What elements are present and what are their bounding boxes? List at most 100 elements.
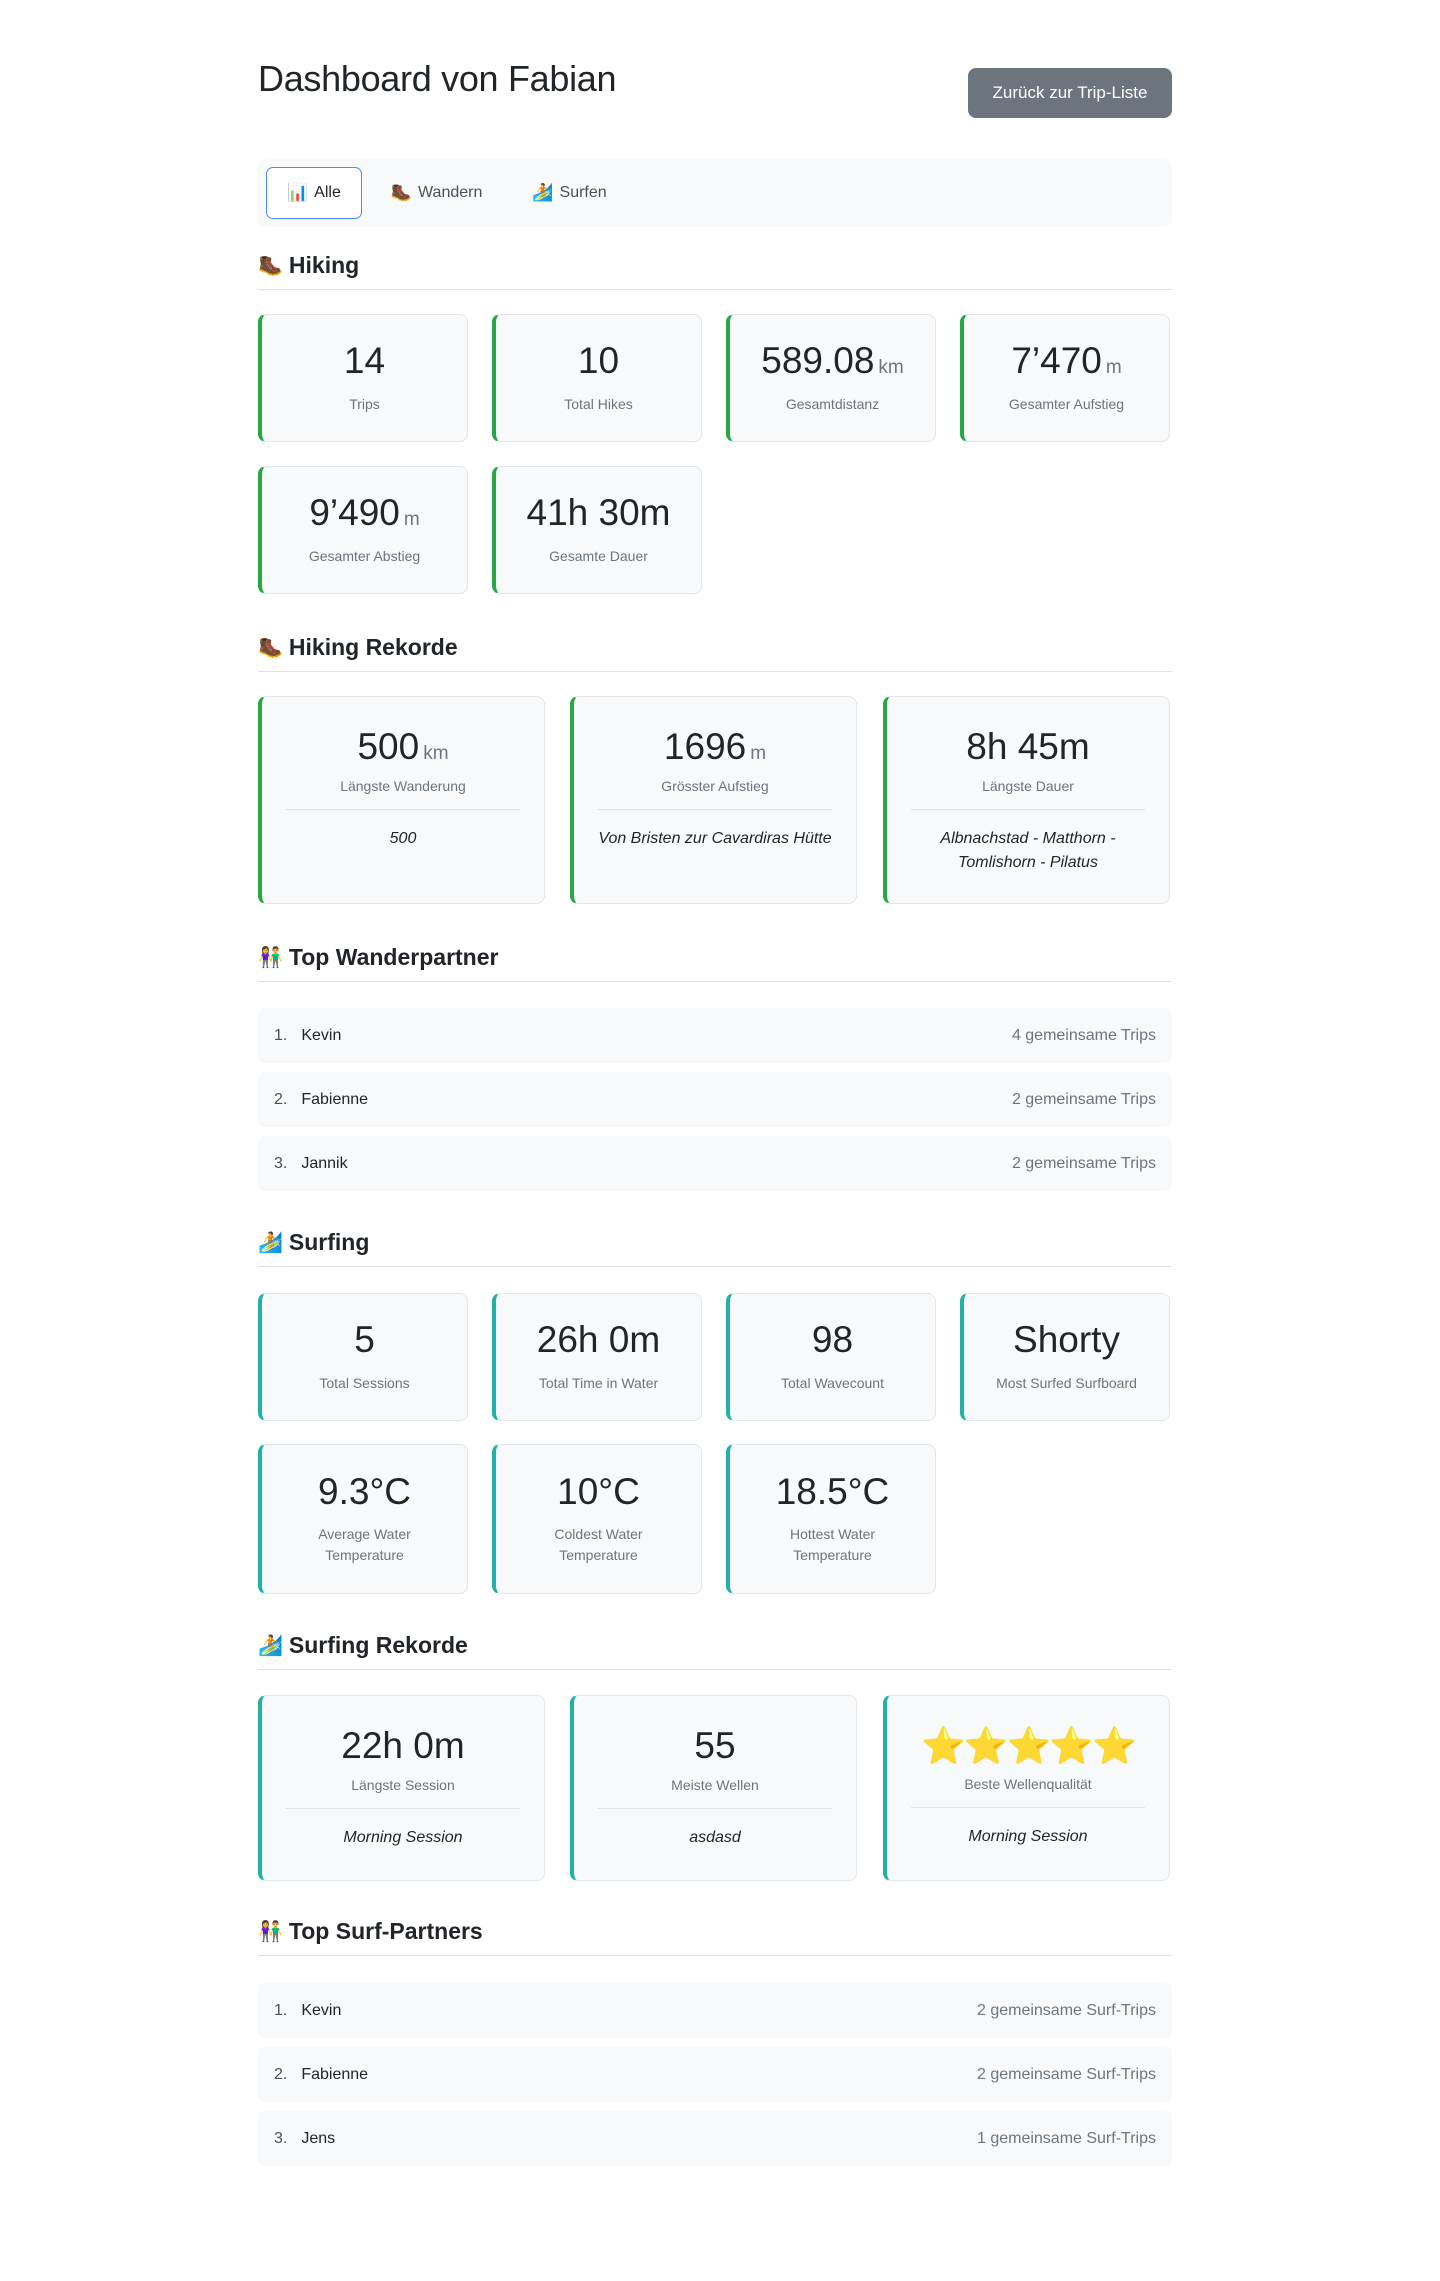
- surfer-icon: 🏄: [532, 183, 554, 202]
- tab-wandern[interactable]: 🥾 Wandern: [370, 167, 504, 219]
- stat-card-gesamtdistanz: 589.08 km Gesamtdistanz: [726, 314, 936, 442]
- stat-unit: km: [878, 357, 904, 379]
- surfing-records-section-title: 🏄 Surfing Rekorde: [258, 1632, 1172, 1670]
- stat-value: 18.5°C: [775, 1470, 890, 1512]
- record-card-biggest-climb: 1696 m Grösster Aufstieg Von Bristen zur …: [570, 696, 857, 904]
- section-heading: Hiking: [288, 252, 360, 278]
- record-value: 8h 45m: [966, 726, 1090, 768]
- surfer-icon: 🏄: [258, 1635, 283, 1657]
- people-icon: 👫: [258, 1921, 283, 1943]
- page-title: Dashboard von Fabian: [258, 58, 617, 99]
- stat-card-average-water-temp: 9.3°C Average Water Temperature: [258, 1444, 468, 1594]
- record-number: 500: [357, 726, 420, 767]
- record-card-most-waves: 55 Meiste Wellen asdasd: [570, 1695, 857, 1881]
- surfing-section-title: 🏄 Surfing: [258, 1229, 1172, 1267]
- stat-label: Average Water Temperature: [318, 1526, 411, 1564]
- record-trip-name: Von Bristen zur Cavardiras Hütte: [598, 829, 832, 847]
- record-value: 22h 0m: [341, 1725, 465, 1766]
- stat-value: 41h 30m: [526, 492, 671, 534]
- partner-row: 3. Jens 1 gemeinsame Surf-Trips: [258, 2111, 1172, 2166]
- record-value: 55: [694, 1725, 736, 1766]
- stat-value: 9’490 m: [309, 492, 420, 534]
- record-unit: km: [423, 743, 449, 764]
- stat-label: Gesamte Dauer: [549, 547, 648, 564]
- stat-card-total-wavecount: 98 Total Wavecount: [726, 1293, 936, 1421]
- record-label: Längste Dauer: [982, 777, 1074, 794]
- stat-label: Gesamter Abstieg: [308, 547, 421, 564]
- stat-value: 9.3°C: [318, 1470, 411, 1512]
- stat-value: Shorty: [1013, 1319, 1120, 1361]
- partner-row: 2. Fabienne 2 gemeinsame Trips: [258, 1072, 1172, 1127]
- people-icon: 👫: [258, 947, 283, 969]
- record-unit: m: [750, 743, 767, 764]
- tab-label: Wandern: [418, 184, 483, 201]
- stat-value: 589.08 km: [761, 340, 904, 382]
- stat-label: Gesamter Aufstieg: [1008, 395, 1125, 412]
- partner-name: Kevin: [301, 1026, 342, 1044]
- stat-value: 5: [354, 1319, 375, 1361]
- dashboard-page: Dashboard von Fabian Zurück zur Trip-Lis…: [0, 0, 1440, 2281]
- record-trip-name: 500: [389, 829, 417, 847]
- hiking-partners-section-title: 👫 Top Wanderpartner: [258, 944, 1172, 982]
- record-label: Grösster Aufstieg: [661, 777, 769, 794]
- partner-rank: 1.: [274, 1026, 288, 1044]
- record-label: Beste Wellenqualität: [964, 1775, 1092, 1792]
- record-number: 8h 45m: [966, 726, 1090, 767]
- stat-label: Coldest Water Temperature: [554, 1526, 643, 1564]
- stat-card-total-sessions: 5 Total Sessions: [258, 1293, 468, 1421]
- record-session-name: Morning Session: [968, 1827, 1088, 1845]
- hiking-boot-icon: 🥾: [258, 637, 283, 659]
- hiking-records-section-title: 🥾 Hiking Rekorde: [258, 634, 1172, 672]
- divider: [598, 1807, 832, 1809]
- partner-row: 1. Kevin 4 gemeinsame Trips: [258, 1008, 1172, 1063]
- record-card-best-wave-quality: ⭐⭐⭐⭐⭐ Beste Wellenqualität Morning Sessi…: [883, 1695, 1170, 1881]
- partner-rank: 2.: [274, 1090, 288, 1108]
- record-card-longest-session: 22h 0m Längste Session Morning Session: [258, 1695, 545, 1881]
- section-heading: Surfing: [288, 1229, 370, 1255]
- stat-label: Total Wavecount: [781, 1374, 884, 1391]
- partner-name: Jannik: [301, 1154, 348, 1172]
- stat-value: 26h 0m: [536, 1319, 661, 1361]
- section-heading: Surfing Rekorde: [288, 1632, 468, 1658]
- hiking-boot-icon: 🥾: [390, 183, 413, 202]
- stat-number: 7’470: [1011, 340, 1102, 382]
- record-session-name: asdasd: [689, 1828, 741, 1846]
- surfer-icon: 🏄: [258, 1232, 283, 1254]
- partner-count: 4 gemeinsame Trips: [1011, 1026, 1156, 1044]
- stat-card-trips: 14 Trips: [258, 314, 468, 442]
- stat-label: Hottest Water Temperature: [789, 1526, 876, 1564]
- partner-rank: 3.: [274, 2129, 288, 2147]
- stat-card-gesamter-aufstieg: 7’470 m Gesamter Aufstieg: [960, 314, 1170, 442]
- partner-name: Kevin: [301, 2001, 342, 2019]
- section-heading: Top Surf-Partners: [288, 1918, 483, 1944]
- stat-card-gesamte-dauer: 41h 30m Gesamte Dauer: [492, 466, 702, 594]
- partner-count: 2 gemeinsame Surf-Trips: [976, 2001, 1156, 2019]
- stat-unit: m: [403, 509, 420, 531]
- record-trip-name: Albnachstad - Matthorn - Tomlishorn - Pi…: [940, 829, 1116, 871]
- divider: [598, 808, 832, 810]
- tab-surfen[interactable]: 🏄 Surfen: [511, 167, 627, 219]
- stat-value: 14: [344, 340, 385, 382]
- page-header: Dashboard von Fabian Zurück zur Trip-Lis…: [258, 0, 1172, 160]
- record-value: 500 km: [357, 726, 449, 768]
- stat-number: 41h 30m: [526, 492, 671, 534]
- partner-rank: 3.: [274, 1154, 288, 1172]
- record-value: 1696 m: [664, 726, 767, 768]
- record-label: Meiste Wellen: [671, 1776, 759, 1793]
- stat-label: Gesamtdistanz: [785, 395, 880, 412]
- tab-alle[interactable]: 📊 Alle: [266, 167, 362, 219]
- record-label: Längste Session: [351, 1776, 455, 1793]
- star-rating-icon: ⭐⭐⭐⭐⭐: [920, 1725, 1137, 1766]
- divider: [911, 808, 1145, 810]
- record-card-longest-duration: 8h 45m Längste Dauer Albnachstad - Matth…: [883, 696, 1170, 904]
- partner-count: 2 gemeinsame Trips: [1011, 1090, 1156, 1108]
- stat-card-most-surfed-surfboard: Shorty Most Surfed Surfboard: [960, 1293, 1170, 1421]
- tab-label: Alle: [314, 184, 341, 201]
- stat-card-total-time-in-water: 26h 0m Total Time in Water: [492, 1293, 702, 1421]
- back-to-trip-list-button[interactable]: Zurück zur Trip-Liste: [968, 68, 1172, 118]
- hiking-section-title: 🥾 Hiking: [258, 252, 1172, 290]
- surf-partners-section-title: 👫 Top Surf-Partners: [258, 1918, 1172, 1956]
- stat-label: Trips: [349, 395, 380, 412]
- stat-card-gesamter-abstieg: 9’490 m Gesamter Abstieg: [258, 466, 468, 594]
- filter-tabs: 📊 Alle 🥾 Wandern 🏄 Surfen: [258, 159, 1172, 227]
